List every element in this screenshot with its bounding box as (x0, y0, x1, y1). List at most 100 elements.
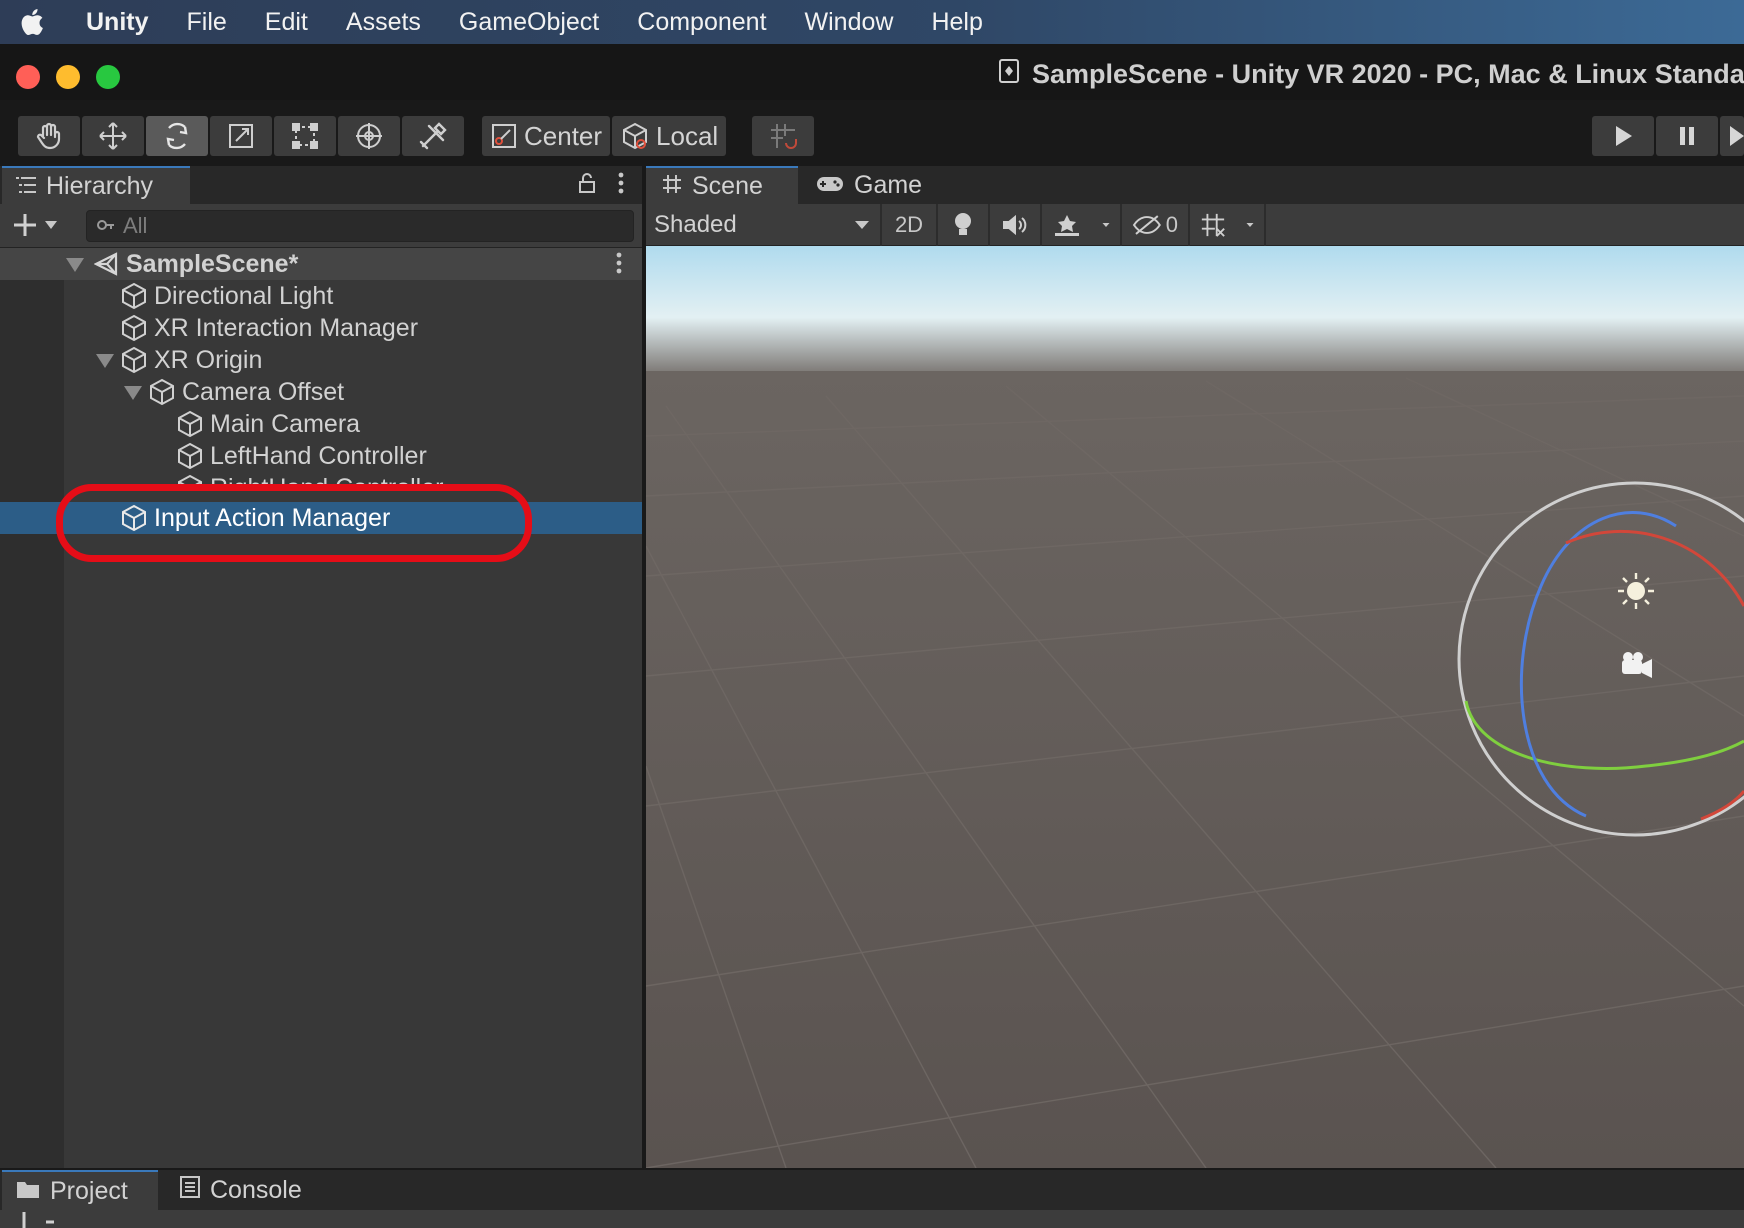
menu-help[interactable]: Help (912, 8, 1001, 37)
hierarchy-scene-root[interactable]: SampleScene* (0, 248, 642, 280)
lock-icon[interactable] (578, 172, 596, 199)
chevron-down-icon (1246, 222, 1254, 227)
hierarchy-item-label: Main Camera (210, 409, 361, 438)
hierarchy-item-lefthand-controller[interactable]: LeftHand Controller (0, 440, 642, 472)
expand-arrow-icon[interactable] (66, 258, 84, 272)
hidden-objects-count: 0 (1165, 211, 1178, 237)
lighting-toggle-icon[interactable] (938, 203, 990, 246)
hand-tool-icon[interactable] (18, 116, 80, 156)
hierarchy-item-input-action-manager[interactable]: Input Action Manager (0, 502, 642, 534)
scene-visibility-toggle[interactable]: 0 (1122, 203, 1190, 246)
pivot-center-label: Center (524, 120, 603, 151)
expand-arrow-icon[interactable] (124, 386, 142, 400)
menu-edit[interactable]: Edit (246, 8, 327, 37)
scene-tab-bar: Scene Game (646, 166, 1744, 204)
tab-scene[interactable]: Scene (646, 166, 798, 204)
step-icon[interactable] (1720, 116, 1744, 156)
grid-toggle-icon[interactable] (1190, 204, 1236, 246)
menu-window[interactable]: Window (786, 8, 913, 37)
gameobject-cube-icon (176, 474, 204, 488)
hidden-eye-icon (1132, 214, 1161, 235)
search-placeholder: All (123, 213, 148, 238)
hierarchy-search-input[interactable]: All (86, 210, 634, 242)
grid-snap-icon[interactable] (752, 116, 814, 156)
play-icon[interactable] (1592, 116, 1654, 156)
shading-mode-dropdown[interactable]: Shaded (646, 203, 882, 246)
move-tool-icon[interactable] (82, 116, 144, 156)
transform-tools (18, 116, 464, 156)
hierarchy-item-label: Directional Light (154, 281, 334, 310)
hierarchy-item-label: XR Origin (154, 345, 263, 374)
hierarchy-item-label: XR Interaction Manager (154, 313, 419, 342)
hierarchy-item-directional-light[interactable]: Directional Light (0, 280, 642, 312)
maximize-window-button[interactable] (96, 65, 120, 89)
menu-gameobject[interactable]: GameObject (440, 8, 618, 37)
hierarchy-item-xr-interaction-manager[interactable]: XR Interaction Manager (0, 312, 642, 344)
gameobject-cube-icon (120, 346, 148, 374)
grid-dropdown-chevron[interactable] (1236, 203, 1266, 246)
hierarchy-item-label: RightHand Controller (210, 474, 444, 488)
apple-logo-icon[interactable] (0, 7, 62, 37)
hierarchy-item-label: LeftHand Controller (210, 441, 427, 470)
playback-controls (1592, 116, 1744, 156)
console-icon (180, 1175, 200, 1205)
hierarchy-item-main-camera[interactable]: Main Camera (0, 408, 642, 440)
custom-tool-icon[interactable] (402, 116, 464, 156)
gameobject-cube-icon (120, 314, 148, 342)
tab-project-label: Project (50, 1176, 128, 1205)
hierarchy-tab-label: Hierarchy (46, 171, 153, 200)
tab-scene-label: Scene (692, 171, 763, 200)
hierarchy-item-righthand-controller[interactable]: RightHand Controller (0, 472, 642, 488)
pause-icon[interactable] (1656, 116, 1718, 156)
effects-dropdown-chevron[interactable] (1092, 203, 1122, 246)
menu-assets[interactable]: Assets (327, 8, 440, 37)
menu-unity[interactable]: Unity (62, 8, 168, 37)
unity-scene-icon (94, 251, 120, 277)
add-object-button[interactable] (12, 212, 58, 238)
pivot-space-toggle[interactable]: Local (612, 116, 727, 156)
close-window-button[interactable] (16, 65, 40, 89)
toggle-2d-button[interactable]: 2D (882, 203, 938, 246)
gameobject-cube-icon (176, 442, 204, 470)
menu-component[interactable]: Component (618, 8, 785, 37)
hierarchy-search-row: All (0, 204, 642, 248)
gamepad-icon (816, 171, 844, 200)
gameobject-cube-icon (120, 504, 148, 532)
chevron-down-icon (855, 220, 869, 229)
pivot-center-toggle[interactable]: Center (482, 116, 611, 156)
more-options-icon[interactable] (618, 172, 624, 199)
window-title-bar: SampleScene - Unity VR 2020 - PC, Mac & … (0, 44, 1744, 100)
hierarchy-list-icon (16, 172, 36, 201)
hierarchy-item-xr-origin[interactable]: XR Origin (0, 344, 642, 376)
scale-tool-icon[interactable] (210, 116, 272, 156)
minimize-window-button[interactable] (56, 65, 80, 89)
scene-more-options-icon[interactable] (616, 252, 622, 281)
menu-file[interactable]: File (168, 8, 246, 37)
snap-tools (752, 116, 814, 156)
audio-toggle-icon[interactable] (990, 203, 1042, 246)
tab-hierarchy[interactable]: Hierarchy (2, 166, 190, 204)
hierarchy-tree: SampleScene* Directional Light XR Intera… (0, 248, 642, 1168)
pivot-tools: Center Local (482, 116, 727, 156)
project-toolbar-strip (0, 1210, 1744, 1228)
tab-game[interactable]: Game (800, 166, 938, 204)
expand-arrow-icon[interactable] (96, 354, 114, 368)
rect-tool-icon[interactable] (274, 116, 336, 156)
tab-project[interactable]: Project (2, 1170, 158, 1210)
tab-console[interactable]: Console (166, 1170, 316, 1210)
scene-grid-icon (662, 172, 682, 201)
gameobject-cube-icon (176, 410, 204, 438)
pivot-space-label: Local (656, 120, 719, 151)
hierarchy-tab-actions (578, 172, 624, 199)
transform-tool-icon[interactable] (338, 116, 400, 156)
hierarchy-item-label: Input Action Manager (154, 503, 391, 532)
unity-scene-file-icon (998, 58, 1020, 91)
hierarchy-item-camera-offset[interactable]: Camera Offset (0, 376, 642, 408)
rotate-tool-icon[interactable] (146, 116, 208, 156)
scene-render[interactable] (646, 246, 1744, 1168)
search-icon (97, 213, 115, 239)
effects-toggle-icon[interactable] (1042, 204, 1092, 246)
shading-mode-value: Shaded (654, 210, 737, 238)
main-toolbar: Center Local (0, 100, 1744, 164)
scene-viewport[interactable] (646, 246, 1744, 1168)
